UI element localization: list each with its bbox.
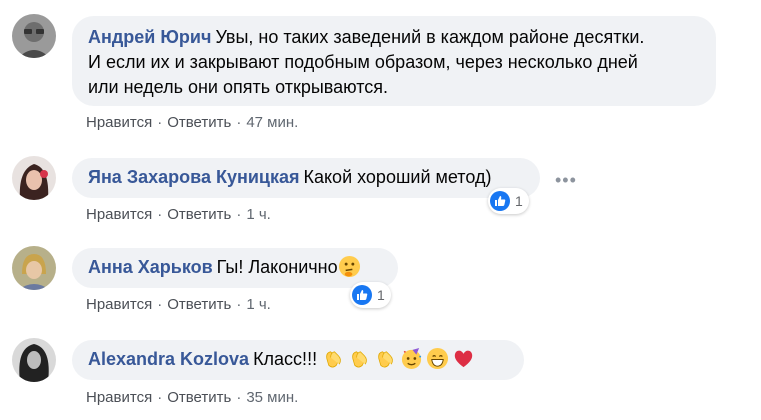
separator: · bbox=[236, 206, 242, 223]
comment-actions: Нравится · Ответить · 35 мин. bbox=[86, 388, 298, 408]
avatar[interactable] bbox=[12, 156, 56, 200]
comment-timestamp[interactable]: 35 мин. bbox=[246, 389, 298, 406]
separator: · bbox=[236, 389, 242, 406]
comment-bubble: Яна Захарова Куницкая Какой хороший метод… bbox=[72, 158, 540, 198]
comment-text: Какой хороший метод) bbox=[303, 167, 492, 187]
like-reaction-icon bbox=[490, 191, 510, 211]
reaction-count: 1 bbox=[515, 193, 523, 209]
avatar[interactable] bbox=[12, 246, 56, 290]
separator: · bbox=[236, 114, 242, 131]
reply-link[interactable]: Ответить bbox=[167, 206, 231, 223]
comment-author[interactable]: Alexandra Kozlova bbox=[88, 349, 249, 369]
comment-actions: Нравится · Ответить · 1 ч. bbox=[86, 205, 271, 225]
comment-author[interactable]: Андрей Юрич bbox=[88, 27, 211, 47]
clapping-hands-icon bbox=[378, 351, 393, 368]
red-heart-icon bbox=[454, 350, 473, 368]
like-link[interactable]: Нравится bbox=[86, 389, 152, 406]
reply-link[interactable]: Ответить bbox=[167, 114, 231, 131]
thinking-face-icon bbox=[338, 255, 360, 278]
comment-actions: Нравится · Ответить · 1 ч. bbox=[86, 295, 271, 315]
reaction-summary[interactable]: 1 bbox=[350, 282, 391, 308]
comment-text: Гы! Лаконично bbox=[216, 257, 338, 277]
comment-timestamp[interactable]: 1 ч. bbox=[246, 296, 271, 313]
reply-link[interactable]: Ответить bbox=[167, 389, 231, 406]
reaction-count: 1 bbox=[377, 287, 385, 303]
comment-bubble: Анна Харьков Гы! Лаконично bbox=[72, 248, 398, 288]
like-reaction-icon bbox=[352, 285, 372, 305]
reaction-summary[interactable]: 1 bbox=[488, 188, 529, 214]
comment-text: Класс!!! bbox=[253, 349, 318, 369]
comment-bubble: Андрей Юрич Увы, но таких заведений в каж… bbox=[72, 16, 716, 106]
comment-text: Увы, но таких заведений в каждом районе … bbox=[215, 27, 645, 47]
separator: · bbox=[157, 296, 163, 313]
avatar[interactable] bbox=[12, 14, 56, 58]
avatar[interactable] bbox=[12, 338, 56, 382]
separator: · bbox=[157, 114, 163, 131]
grinning-face-icon bbox=[427, 347, 449, 370]
separator: · bbox=[236, 296, 242, 313]
more-options-icon[interactable]: ••• bbox=[555, 171, 577, 189]
separator: · bbox=[157, 206, 163, 223]
comment-timestamp[interactable]: 47 мин. bbox=[246, 114, 298, 131]
comment-actions: Нравится · Ответить · 47 мин. bbox=[86, 113, 298, 133]
clapping-hands-icon bbox=[352, 351, 367, 368]
comment-text-line: И если их и закрывают подобным образом, … bbox=[88, 52, 638, 72]
comment-timestamp[interactable]: 1 ч. bbox=[246, 206, 271, 223]
like-link[interactable]: Нравится bbox=[86, 206, 152, 223]
like-link[interactable]: Нравится bbox=[86, 296, 152, 313]
comment-author[interactable]: Яна Захарова Куницкая bbox=[88, 167, 299, 187]
comment-author[interactable]: Анна Харьков bbox=[88, 257, 213, 277]
clapping-hands-icon bbox=[326, 351, 341, 368]
like-link[interactable]: Нравится bbox=[86, 114, 152, 131]
separator: · bbox=[157, 389, 163, 406]
partying-face-icon bbox=[402, 347, 422, 370]
comment-text-line: или недель они опять открываются. bbox=[88, 77, 389, 97]
comment-bubble: Alexandra Kozlova Класс!!! bbox=[72, 340, 524, 380]
reply-link[interactable]: Ответить bbox=[167, 296, 231, 313]
